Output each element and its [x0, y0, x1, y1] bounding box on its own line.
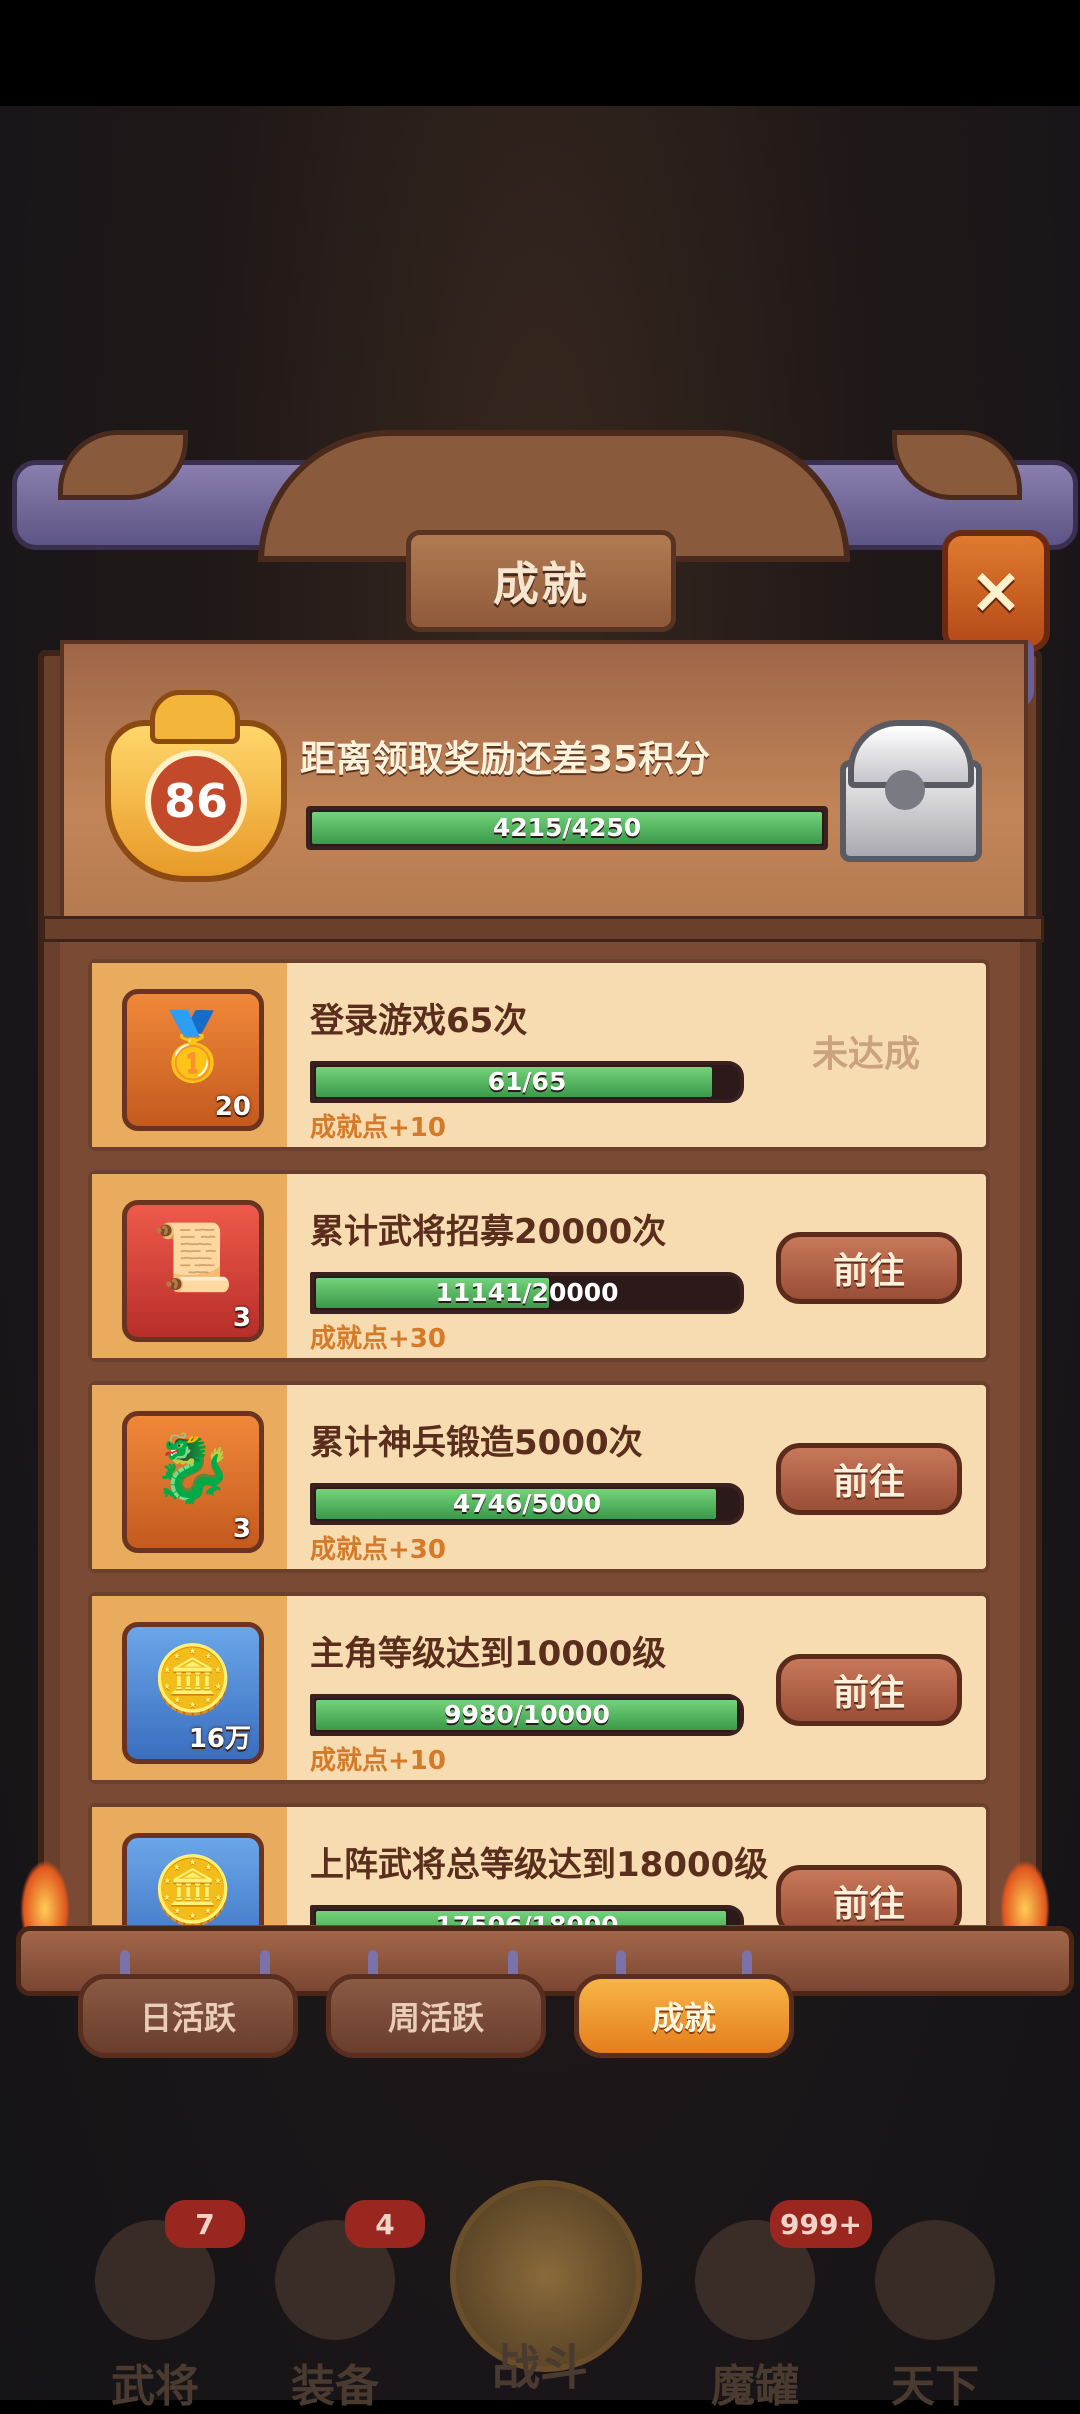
level-number: 86	[145, 750, 247, 852]
status-bar	[0, 0, 1080, 106]
go-button[interactable]: 前往	[776, 1443, 962, 1515]
nav-item-magic-jar[interactable]: 999+ 魔罐	[670, 2200, 872, 2412]
reward-icon-box[interactable]: 🐉 3	[122, 1411, 264, 1553]
item-points: 成就点+10	[310, 1113, 446, 1143]
level-badge: 86	[95, 690, 287, 882]
status-incomplete: 未达成	[812, 1034, 921, 1075]
close-button[interactable]: ×	[942, 530, 1050, 652]
torch-right	[1000, 1860, 1050, 1930]
nav-label: 装备	[291, 2361, 379, 2412]
reward-icon-box[interactable]: 🥇 20	[122, 989, 264, 1131]
item-title: 累计武将招募20000次	[310, 1212, 667, 1252]
go-button[interactable]: 前往	[776, 1865, 962, 1925]
page-title: 成就	[493, 557, 589, 611]
list-item: 🥇 20 登录游戏65次 61/65 成就点+10 未达成	[88, 959, 990, 1151]
nav-label: 战斗	[491, 2340, 588, 2396]
nav-label: 武将	[111, 2361, 199, 2412]
reward-icon-box[interactable]: 🪙	[122, 1833, 264, 1925]
item-progress-bar: 11141/20000	[310, 1272, 744, 1314]
item-points: 成就点+10	[310, 1746, 446, 1776]
nav-item-equipment[interactable]: 4 装备	[250, 2200, 425, 2412]
item-title: 上阵武将总等级达到18000级	[310, 1845, 769, 1885]
nav-badge: 4	[345, 2200, 425, 2248]
item-progress-bar: 17506/18000	[310, 1905, 744, 1925]
copper-coin-icon: 🪙	[151, 1641, 235, 1718]
nav-item-world[interactable]: 天下	[850, 2200, 1020, 2412]
list-item: 🐉 3 累计神兵锻造5000次 4746/5000 成就点+30 前往	[88, 1381, 990, 1573]
panel-divider	[42, 916, 1044, 942]
tab-achievement[interactable]: 成就	[574, 1974, 794, 2058]
close-icon: ×	[969, 554, 1023, 628]
list-item: 📜 3 累计武将招募20000次 11141/20000 成就点+30 前往	[88, 1170, 990, 1362]
chest-lock	[885, 770, 925, 810]
progress-text: 17506/18000	[314, 1909, 740, 1925]
tab-daily[interactable]: 日活跃	[78, 1974, 298, 2058]
item-title: 主角等级达到10000级	[310, 1634, 667, 1674]
reward-count: 3	[232, 1514, 251, 1544]
go-button[interactable]: 前往	[776, 1232, 962, 1304]
progress-text: 4746/5000	[452, 1489, 602, 1518]
nav-label: 天下	[891, 2361, 979, 2412]
list-item: 🪙 16万 主角等级达到10000级 9980/10000 成就点+10 前往	[88, 1592, 990, 1784]
reward-chest[interactable]	[830, 710, 982, 862]
item-title: 登录游戏65次	[310, 1001, 528, 1041]
dragon-crest-icon	[150, 690, 240, 744]
copper-coin-icon: 🪙	[151, 1852, 235, 1925]
reward-count: 3	[232, 1303, 251, 1333]
summary-message: 距离领取奖励还差35积分	[300, 739, 711, 780]
item-points: 成就点+30	[310, 1324, 446, 1354]
progress-text: 9980/10000	[444, 1700, 610, 1729]
tab-weekly[interactable]: 周活跃	[326, 1974, 546, 2058]
reward-count: 16万	[188, 1724, 251, 1754]
bottom-nav: 7 武将 4 装备 战斗 999+ 魔罐 天下	[0, 2160, 1080, 2412]
recruit-scroll-icon: 📜	[151, 1219, 235, 1296]
item-points: 成就点+30	[310, 1535, 446, 1565]
go-button[interactable]: 前往	[776, 1654, 962, 1726]
nav-item-generals[interactable]: 7 武将	[70, 2200, 245, 2412]
nav-label: 魔罐	[711, 2361, 799, 2412]
item-progress-bar: 61/65	[310, 1061, 744, 1103]
golden-dragon-icon: 🐉	[151, 1430, 235, 1507]
progress-text: 61/65	[487, 1067, 567, 1096]
title-plate: 成就	[406, 530, 676, 632]
summary-progress-bar: 4215/4250	[306, 806, 828, 850]
nav-badge: 7	[165, 2200, 245, 2248]
torch-left	[20, 1860, 70, 1930]
reward-icon-box[interactable]: 📜 3	[122, 1200, 264, 1342]
item-progress-bar: 9980/10000	[310, 1694, 744, 1736]
world-icon	[875, 2220, 995, 2340]
list-item: 🪙 上阵武将总等级达到18000级 17506/18000 前往	[88, 1803, 990, 1925]
progress-text: 4215/4250	[492, 813, 642, 842]
item-progress-bar: 4746/5000	[310, 1483, 744, 1525]
progress-text: 11141/20000	[435, 1278, 619, 1307]
reward-icon-box[interactable]: 🪙 16万	[122, 1622, 264, 1764]
gold-ingot-icon: 🥇	[151, 1008, 235, 1085]
item-title: 累计神兵锻造5000次	[310, 1423, 643, 1463]
nav-item-battle[interactable]: 战斗	[430, 2160, 650, 2400]
reward-count: 20	[214, 1092, 251, 1122]
achievement-list[interactable]: 🥇 20 登录游戏65次 61/65 成就点+10 未达成 📜 3 累计武将招募…	[88, 955, 990, 1925]
